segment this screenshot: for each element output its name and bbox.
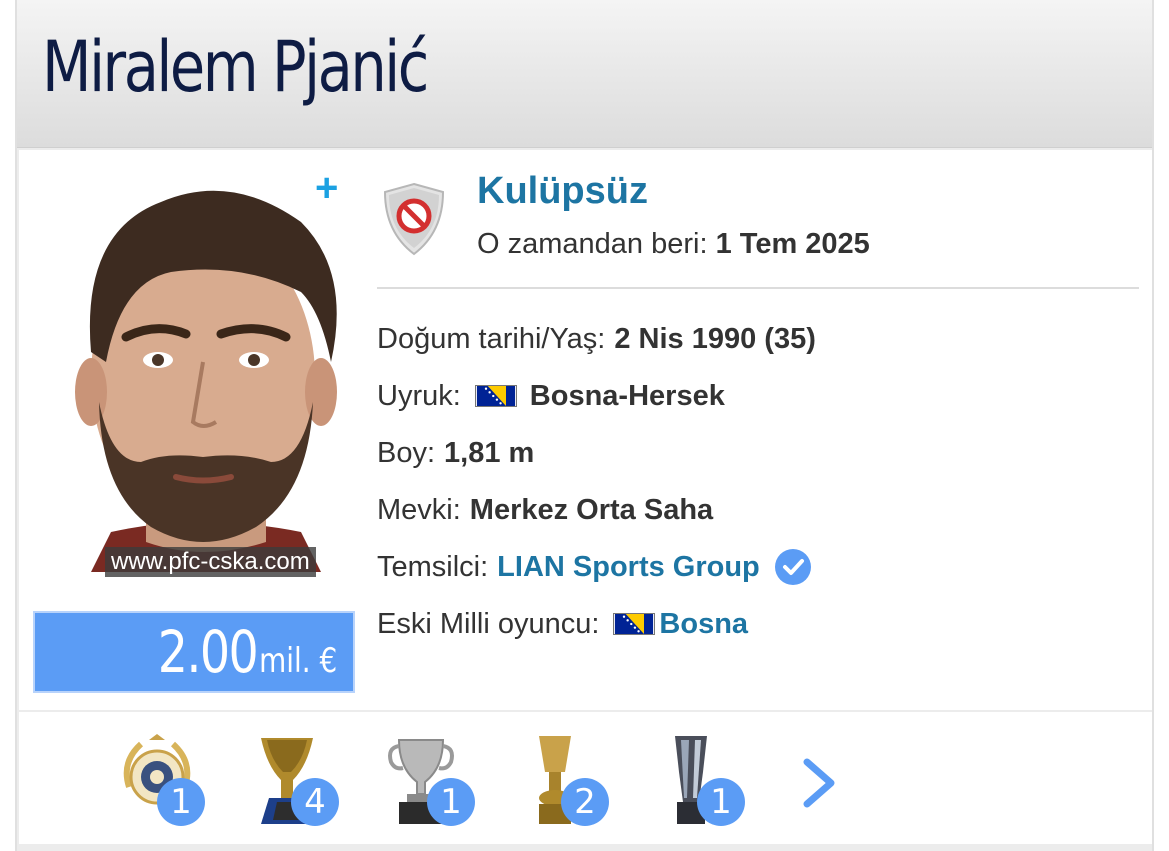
club-name-link[interactable]: Kulüpsüz <box>477 170 648 213</box>
agent-link[interactable]: LIAN Sports Group <box>497 551 760 584</box>
market-value-unit: mil. € <box>258 641 337 681</box>
no-club-shield-icon <box>381 182 447 256</box>
height-row: Boy: 1,81 m <box>377 433 534 473</box>
player-last-name: Pjanić <box>272 26 429 108</box>
birth-value: 2 Nis 1990 (35) <box>614 322 816 355</box>
add-plus-icon[interactable]: + <box>315 168 338 208</box>
player-info-card: www.pfc-cska.com + 2.00 mil. € Kulüpsüz … <box>19 150 1152 710</box>
height-label: Boy: <box>377 436 436 469</box>
nationality-value: Bosna-Hersek <box>529 379 725 412</box>
player-portrait-image <box>51 162 355 572</box>
trophy-count-badge: 1 <box>427 778 475 826</box>
position-label: Mevki: <box>377 493 461 526</box>
photo-credit: www.pfc-cska.com <box>105 547 316 577</box>
agent-row: Temsilci: LIAN Sports Group <box>377 547 812 587</box>
agent-label: Temsilci: <box>377 550 489 583</box>
bosnia-flag-icon <box>474 385 517 407</box>
market-value-box[interactable]: 2.00 mil. € <box>33 611 355 693</box>
former-national-label: Eski Milli oyuncu: <box>377 607 600 640</box>
market-value-amount: 2.00 <box>157 618 259 686</box>
trophy-count-badge: 4 <box>291 778 339 826</box>
trophy-count-badge: 1 <box>697 778 745 826</box>
since-value: 1 Tem 2025 <box>715 228 870 260</box>
player-first-name: Miralem <box>42 26 259 108</box>
nationality-row: Uyruk: Bosna-Hersek <box>377 376 725 416</box>
club-since: O zamandan beri: 1 Tem 2025 <box>477 228 870 261</box>
player-name: Miralem Pjanić <box>42 26 429 108</box>
bosnia-flag-icon <box>613 613 656 635</box>
trophy-count-badge: 1 <box>157 778 205 826</box>
profile-frame: Miralem Pjanić www.pfc-cska.com + 2.00 m… <box>15 0 1154 851</box>
trophy-strip: 1 4 1 2 1 <box>19 712 1152 844</box>
trophy-count-badge: 2 <box>561 778 609 826</box>
profile-header: Miralem Pjanić <box>17 0 1152 148</box>
position-row: Mevki: Merkez Orta Saha <box>377 490 713 530</box>
height-value: 1,81 m <box>444 436 535 469</box>
birth-row: Doğum tarihi/Yaş: 2 Nis 1990 (35) <box>377 319 816 359</box>
birth-label: Doğum tarihi/Yaş: <box>377 322 606 355</box>
nationality-label: Uyruk: <box>377 379 461 412</box>
former-national-link[interactable]: Bosna <box>659 608 748 641</box>
former-national-row: Eski Milli oyuncu: Bosna <box>377 604 748 644</box>
position-value: Merkez Orta Saha <box>469 493 714 526</box>
player-photo[interactable] <box>51 162 355 572</box>
chevron-right-icon[interactable] <box>799 756 839 810</box>
divider <box>377 287 1139 289</box>
since-label: O zamandan beri: <box>477 228 708 260</box>
verified-check-icon <box>774 548 812 586</box>
